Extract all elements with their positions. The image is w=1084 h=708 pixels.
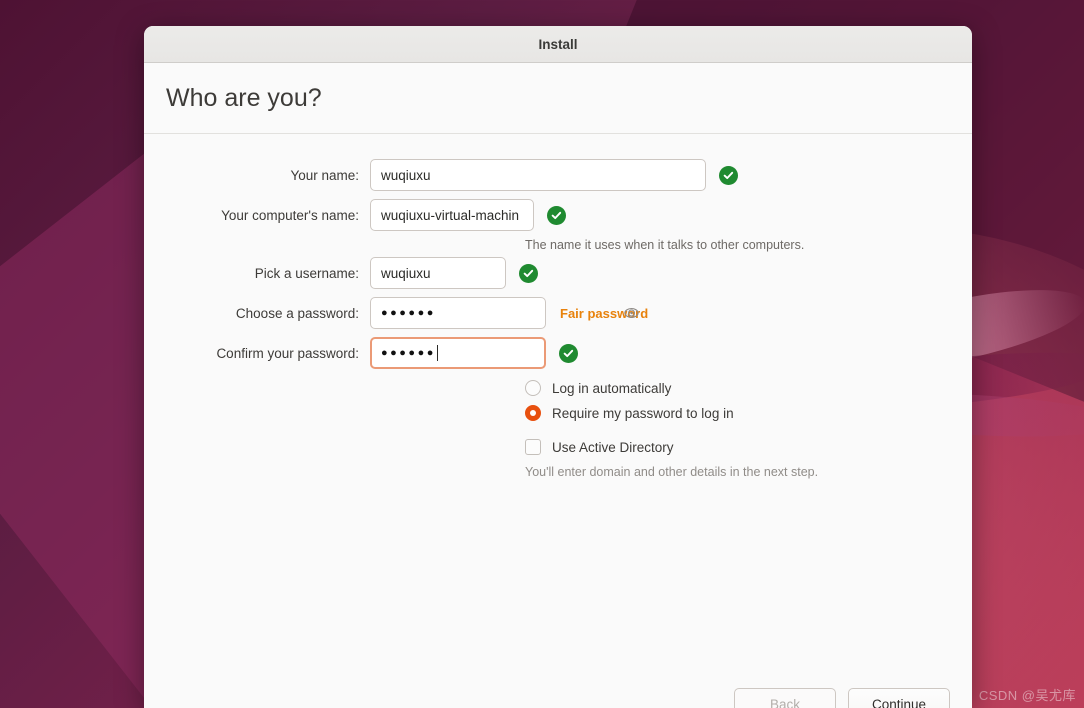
row-computer-name: Your computer's name: wuqiuxu-virtual-ma… [144, 199, 972, 231]
label-computer-name: Your computer's name: [221, 207, 359, 223]
window-titlebar: Install [144, 26, 972, 63]
hint-computer-name: The name it uses when it talks to other … [525, 238, 805, 252]
window-title: Install [538, 36, 578, 52]
input-username[interactable]: wuqiuxu [370, 257, 506, 289]
row-your-name: Your name: wuqiuxu [144, 159, 972, 191]
footer-buttons: Back Continue [734, 688, 950, 708]
hint-active-directory: You'll enter domain and other details in… [525, 465, 819, 479]
label-username: Pick a username: [254, 265, 359, 281]
green-check-icon [719, 165, 738, 185]
field-wrap-computer-name: wuqiuxu-virtual-machin [370, 199, 566, 231]
checkbox-active-directory[interactable] [525, 439, 541, 455]
radio-login-automatically[interactable] [525, 380, 541, 396]
row-username: Pick a username: wuqiuxu [144, 257, 972, 289]
green-check-icon [519, 263, 538, 283]
field-wrap-choose-password: ●●●●●● Fair password [370, 297, 648, 329]
row-confirm-password: Confirm your password: ●●●●●● [144, 337, 972, 369]
green-check-icon [547, 205, 566, 225]
desktop-background: CSDN @吴尤库 Install Who are you? Your name… [0, 0, 1084, 708]
page-title: Who are you? [166, 83, 322, 112]
radio-require-password[interactable] [525, 405, 541, 421]
password-dots: ●●●●●● [381, 306, 436, 319]
green-check-icon [559, 343, 578, 363]
label-choose-password: Choose a password: [235, 305, 359, 321]
field-wrap-confirm-password: ●●●●●● [370, 337, 578, 369]
option-login-automatically[interactable]: Log in automatically [525, 380, 671, 396]
option-active-directory[interactable]: Use Active Directory [525, 439, 674, 455]
input-your-name[interactable]: wuqiuxu [370, 159, 706, 191]
field-wrap-your-name: wuqiuxu [370, 159, 738, 191]
back-button[interactable]: Back [734, 688, 836, 708]
input-choose-password[interactable]: ●●●●●● [370, 297, 639, 329]
form-body: Your name: wuqiuxu Your computer's name:… [144, 134, 972, 708]
label-active-directory: Use Active Directory [552, 439, 674, 455]
install-window: Install Who are you? Your name: wuqiuxu … [144, 26, 972, 708]
text-caret [436, 345, 438, 361]
label-require-password: Require my password to log in [552, 405, 734, 421]
continue-button[interactable]: Continue [848, 688, 950, 708]
option-require-password[interactable]: Require my password to log in [525, 405, 734, 421]
label-your-name: Your name: [290, 167, 359, 183]
input-computer-name[interactable]: wuqiuxu-virtual-machin [370, 199, 534, 231]
row-choose-password: Choose a password: ●●●●●● Fair password [144, 297, 972, 329]
password-dots: ●●●●●● [381, 346, 436, 359]
watermark: CSDN @吴尤库 [978, 688, 1076, 703]
label-confirm-password: Confirm your password: [216, 345, 359, 361]
label-login-automatically: Log in automatically [552, 380, 672, 396]
field-wrap-username: wuqiuxu [370, 257, 538, 289]
page-header: Who are you? [144, 63, 972, 134]
input-confirm-password[interactable]: ●●●●●● [370, 337, 546, 369]
